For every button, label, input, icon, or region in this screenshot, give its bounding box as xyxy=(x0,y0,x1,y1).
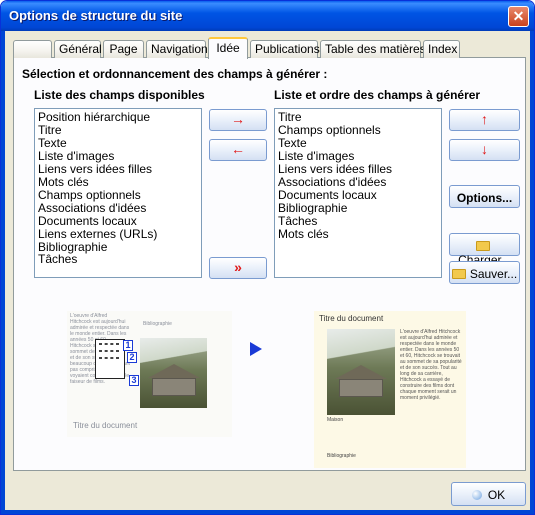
list-item[interactable]: Liens vers idées filles xyxy=(278,162,438,176)
tab-idee[interactable]: Idée xyxy=(208,37,248,59)
preview-before-doc-title: Titre du document xyxy=(73,421,138,430)
list-item[interactable]: Associations d'idées xyxy=(38,201,198,215)
step-badge: 3 xyxy=(129,375,139,386)
dialog-window: Options de structure du site ✕ Général P… xyxy=(0,0,535,515)
list-item[interactable]: Liens vers idées filles xyxy=(38,162,198,176)
move-up-button[interactable]: ↑ xyxy=(449,109,520,131)
preview-before: L'oeuvre d'Alfred Hitchcock est aujourd'… xyxy=(67,311,232,437)
ok-button-content: OK xyxy=(452,488,525,502)
step-badge: 2 xyxy=(127,352,137,363)
arrow-right-icon xyxy=(250,342,262,356)
house-roof xyxy=(335,365,387,379)
list-item[interactable]: Champs optionnels xyxy=(38,188,198,202)
selected-fields-title: Liste et ordre des champs à générer xyxy=(274,88,481,102)
ok-icon xyxy=(471,490,482,500)
list-item[interactable]: Documents locaux xyxy=(278,188,438,202)
preview-after-text: L'oeuvre d'Alfred Hitchcock est aujourd'… xyxy=(400,329,462,401)
arrow-up-icon: ↑ xyxy=(481,111,488,127)
list-item[interactable]: Documents locaux xyxy=(38,214,198,228)
window-border-bottom xyxy=(1,510,534,514)
list-item[interactable]: Mots clés xyxy=(278,227,438,241)
preview-before-photo xyxy=(140,338,207,408)
add-field-button[interactable]: → xyxy=(209,109,267,131)
preview-before-biblio: Bibliographie xyxy=(143,321,172,327)
selected-fields-list[interactable]: Titre Champs optionnels Texte Liste d'im… xyxy=(274,108,442,278)
folder-save-icon xyxy=(451,269,466,279)
list-item[interactable]: Tâches xyxy=(38,253,198,266)
preview-after-doc-title: Titre du document xyxy=(319,314,384,323)
list-item[interactable]: Tâches xyxy=(278,214,438,228)
load-button[interactable]: Charger... xyxy=(449,233,520,267)
list-item[interactable]: Liens externes (URLs) xyxy=(38,227,198,241)
window-title: Options de structure du site xyxy=(9,8,183,23)
document-icon xyxy=(95,339,125,379)
ok-button-label: OK xyxy=(487,488,506,502)
available-fields-list[interactable]: Position hiérarchique Titre Texte Liste … xyxy=(34,108,202,278)
preview-after-biblio: Bibliographie xyxy=(327,453,356,459)
tab-publications[interactable]: Publications xyxy=(250,40,320,58)
list-item[interactable]: Titre xyxy=(38,124,198,137)
list-item[interactable]: Champs optionnels xyxy=(278,124,438,137)
save-button[interactable]: Sauver... xyxy=(449,261,520,284)
double-arrow-right-icon: » xyxy=(234,259,242,275)
list-item[interactable]: Mots clés xyxy=(38,175,198,189)
arrow-left-icon: ← xyxy=(231,141,245,157)
list-item[interactable]: Liste d'images xyxy=(278,149,438,163)
list-item[interactable]: Texte xyxy=(38,136,198,150)
window-border-right xyxy=(530,31,534,514)
document-lines xyxy=(99,343,119,345)
list-item[interactable]: Bibliographie xyxy=(278,201,438,215)
close-button[interactable]: ✕ xyxy=(508,6,529,27)
document-lines xyxy=(99,357,119,359)
list-item[interactable]: Texte xyxy=(278,136,438,150)
step-badge: 1 xyxy=(123,340,133,351)
house-wall xyxy=(152,378,196,396)
list-item[interactable]: Associations d'idées xyxy=(278,175,438,189)
ok-button[interactable]: OK xyxy=(451,482,526,506)
add-all-fields-button[interactable]: » xyxy=(209,257,267,279)
save-button-content: Sauver... xyxy=(450,267,519,281)
preview-after-caption: Maison xyxy=(327,417,344,423)
house-roof xyxy=(148,364,200,378)
save-button-label: Sauver... xyxy=(469,267,518,281)
options-button[interactable]: Options... xyxy=(449,185,520,208)
list-item[interactable]: Titre xyxy=(278,111,438,124)
section-heading: Sélection et ordonnancement des champs à… xyxy=(22,67,328,81)
preview-after: Titre du document Maison L'oeuvre d'Alfr… xyxy=(314,311,466,468)
tab-index[interactable]: Index xyxy=(423,40,460,58)
move-down-button[interactable]: ↓ xyxy=(449,139,520,161)
arrow-down-icon: ↓ xyxy=(481,141,488,157)
tab-page[interactable]: Page xyxy=(103,40,144,58)
remove-field-button[interactable]: ← xyxy=(209,139,267,161)
list-item[interactable]: Position hiérarchique xyxy=(38,111,198,124)
tab-blank[interactable] xyxy=(13,40,52,58)
list-item[interactable]: Liste d'images xyxy=(38,149,198,163)
close-icon: ✕ xyxy=(512,8,525,24)
document-lines xyxy=(99,350,119,352)
title-bar[interactable]: Options de structure du site ✕ xyxy=(1,1,534,31)
tab-navigation[interactable]: Navigation xyxy=(146,40,208,58)
tab-table-des-matieres[interactable]: Table des matières xyxy=(320,40,426,58)
folder-open-icon xyxy=(475,241,490,251)
tab-general[interactable]: Général xyxy=(54,40,102,58)
preview-after-photo xyxy=(327,329,395,415)
window-border-left xyxy=(1,31,5,514)
arrow-right-icon: → xyxy=(231,111,245,127)
available-fields-title: Liste des champs disponibles xyxy=(34,88,205,102)
options-button-label: Options... xyxy=(456,191,513,205)
house-wall xyxy=(339,379,383,397)
